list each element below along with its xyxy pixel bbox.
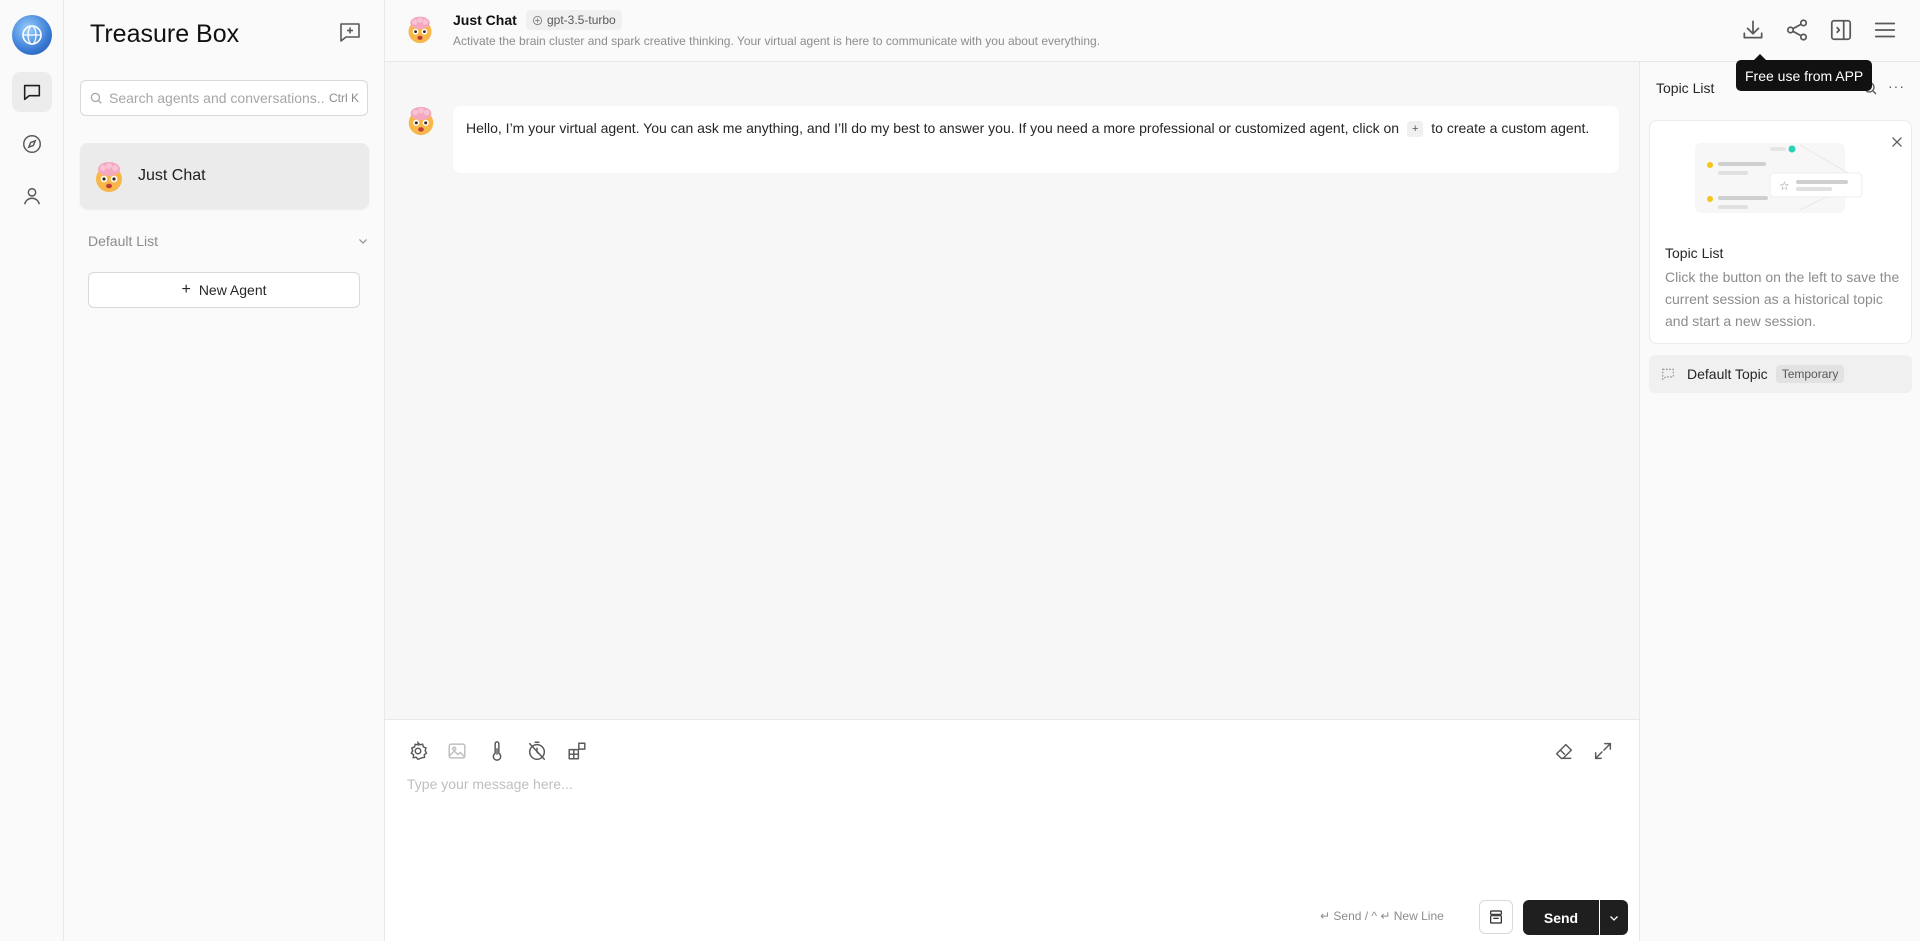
history-limit-button[interactable] [526,740,548,762]
eraser-icon [1555,743,1573,760]
brain-emoji-avatar [92,159,126,193]
topic-panel: Topic List ··· ☆ Topic List Click the bu… [1639,62,1920,941]
user-avatar[interactable] [12,15,52,55]
new-agent-button[interactable]: + New Agent [88,272,360,308]
panel-right-icon [1830,19,1852,41]
image-icon [448,743,466,759]
header-agent-avatar[interactable] [405,14,435,44]
upload-image-button[interactable] [446,740,468,762]
timer-off-icon [528,741,546,760]
svg-text:☆: ☆ [1779,179,1790,193]
model-tag[interactable]: gpt-3.5-turbo [526,10,622,30]
nav-profile[interactable] [12,176,52,216]
save-topic-button[interactable] [1479,900,1513,934]
menu-icon [1874,22,1896,38]
session-item-just-chat[interactable]: Just Chat [80,143,369,209]
session-sidebar: Treasure Box Ctrl K [64,0,385,941]
compass-icon [23,135,41,153]
message-plus-icon [340,23,360,42]
send-button[interactable]: Send [1523,900,1599,935]
share-icon [1786,19,1808,41]
inline-add-agent-button[interactable]: + [1406,121,1424,137]
expand-icon [1594,742,1612,760]
message-input[interactable] [407,776,1617,886]
user-icon [23,187,41,205]
assistant-message: Hello, I’m your virtual agent. You can a… [453,106,1619,173]
topic-guide-illustration: ☆ [1695,143,1863,213]
share-button[interactable] [1784,17,1810,43]
chat-bubble-icon [23,84,41,101]
message-text-part2: to create a custom agent. [1431,120,1590,136]
session-label: Just Chat [138,167,206,184]
topic-label: Default Topic [1687,366,1768,382]
menu-button[interactable] [1872,17,1898,43]
message-text-part1: Hello, I’m your virtual agent. You can a… [466,120,1400,136]
nav-discover[interactable] [12,124,52,164]
topic-panel-title: Topic List [1656,80,1715,96]
model-icon [532,15,543,25]
assistant-avatar[interactable] [405,104,437,136]
search-shortcut: Ctrl K [329,91,359,105]
guide-title: Topic List [1665,245,1724,261]
close-guide-button[interactable] [1890,135,1904,149]
search-icon [90,92,102,104]
group-default-list[interactable]: Default List [88,230,369,252]
nav-rail [0,0,64,941]
group-label: Default List [88,233,159,249]
thermometer-icon [492,741,502,761]
agent-title: Just Chat [453,12,517,28]
nav-chat[interactable] [12,72,52,112]
new-chat-button[interactable] [338,20,362,44]
app-download-tooltip: Free use from APP [1736,54,1873,91]
chevron-down-icon [1610,915,1618,921]
more-icon[interactable]: ··· [1888,78,1905,94]
search-box: Ctrl K [80,80,368,116]
expand-input-button[interactable] [1592,740,1614,762]
model-name: gpt-3.5-turbo [547,13,616,27]
close-icon [1892,137,1902,147]
topic-badge: Temporary [1775,365,1845,383]
send-options-button[interactable] [1600,900,1628,935]
app-root: Treasure Box Ctrl K [0,0,1920,941]
download-icon [1743,20,1763,39]
agent-description: Activate the brain cluster and spark cre… [453,34,1101,48]
guide-description: Click the button on the left to save the… [1665,269,1900,329]
archive-icon [1490,910,1502,924]
blocks-icon [568,742,586,760]
sidebar-title: Treasure Box [90,20,240,48]
toggle-panel-button[interactable] [1828,17,1854,43]
clear-context-button[interactable] [1553,740,1575,762]
chevron-down-icon [359,239,367,244]
temperature-button[interactable] [486,740,508,762]
topic-dashed-icon [1662,368,1674,381]
topic-item-default[interactable]: Default Topic Temporary [1649,355,1912,393]
chat-input-area: ↵ Send / ^ ↵ New Line Send [385,719,1639,941]
globe-icon [22,25,42,45]
chat-messages: Hello, I’m your virtual agent. You can a… [385,62,1639,719]
plus-icon: + [181,281,191,298]
keyboard-hint: ↵ Send / ^ ↵ New Line [1320,909,1444,923]
topic-guide-card: ☆ Topic List Click the button on the lef… [1649,120,1912,344]
new-agent-label: New Agent [198,282,267,298]
search-input[interactable] [109,90,325,106]
model-settings-button[interactable] [407,740,429,762]
download-button[interactable] [1740,17,1766,43]
gear-icon [410,740,428,761]
plugins-button[interactable] [566,740,588,762]
chat-header: Just Chat gpt-3.5-turbo Activate the bra… [385,0,1920,62]
